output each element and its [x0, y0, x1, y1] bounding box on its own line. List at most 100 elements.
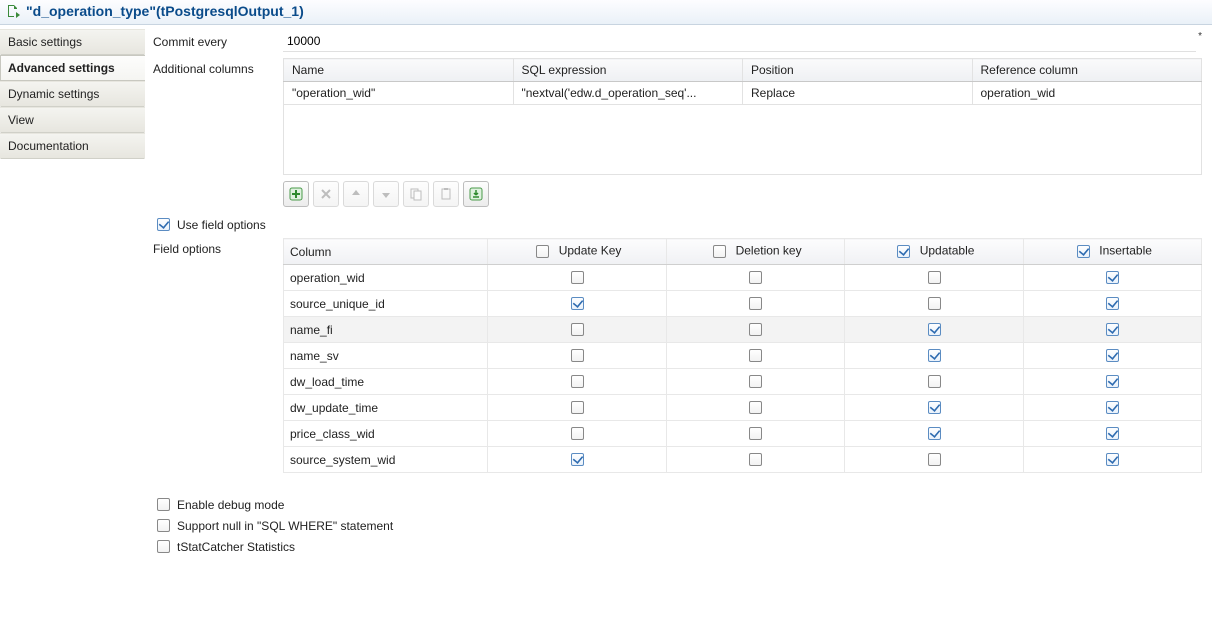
field-checkbox-del[interactable] [749, 427, 762, 440]
field-cell-ins[interactable] [1023, 343, 1202, 369]
field-checkbox-ins[interactable] [1106, 375, 1119, 388]
field-checkbox-ins[interactable] [1106, 453, 1119, 466]
support-null-checkbox[interactable] [157, 519, 170, 532]
field-cell-ins[interactable] [1023, 369, 1202, 395]
field-checkbox-ins[interactable] [1106, 401, 1119, 414]
addcols-cell-ref[interactable]: operation_wid [972, 82, 1202, 105]
addcols-header-name[interactable]: Name [284, 59, 514, 82]
move-down-button[interactable] [373, 181, 399, 207]
addcols-cell-name[interactable]: "operation_wid" [284, 82, 514, 105]
field-cell-updatable[interactable] [845, 317, 1024, 343]
commit-every-input[interactable] [283, 31, 1196, 52]
field-header-column[interactable]: Column [284, 239, 488, 265]
field-checkbox-del[interactable] [749, 453, 762, 466]
addcols-cell-pos[interactable]: Replace [743, 82, 973, 105]
field-checkbox-updatable[interactable] [928, 427, 941, 440]
field-checkbox-ins[interactable] [1106, 323, 1119, 336]
field-header-updatable-checkbox[interactable] [897, 245, 910, 258]
field-checkbox-del[interactable] [749, 297, 762, 310]
field-cell-column[interactable]: source_unique_id [284, 291, 488, 317]
field-checkbox-upd[interactable] [571, 323, 584, 336]
field-cell-del[interactable] [666, 447, 845, 473]
field-row[interactable]: source_system_wid [284, 447, 1202, 473]
field-header-deletionkey[interactable]: Deletion key [666, 239, 845, 265]
field-checkbox-updatable[interactable] [928, 349, 941, 362]
field-cell-del[interactable] [666, 317, 845, 343]
settings-tab-basic-settings[interactable]: Basic settings [0, 29, 145, 55]
field-cell-column[interactable]: price_class_wid [284, 421, 488, 447]
field-cell-ins[interactable] [1023, 317, 1202, 343]
field-cell-ins[interactable] [1023, 421, 1202, 447]
addcols-empty-space[interactable] [284, 105, 1202, 175]
field-checkbox-updatable[interactable] [928, 297, 941, 310]
copy-button[interactable] [403, 181, 429, 207]
field-checkbox-upd[interactable] [571, 427, 584, 440]
field-checkbox-upd[interactable] [571, 297, 584, 310]
field-cell-ins[interactable] [1023, 395, 1202, 421]
addcols-row[interactable]: "operation_wid""nextval('edw.d_operation… [284, 82, 1202, 105]
field-cell-del[interactable] [666, 421, 845, 447]
field-row[interactable]: operation_wid [284, 265, 1202, 291]
settings-tab-documentation[interactable]: Documentation [0, 133, 145, 159]
enable-debug-checkbox[interactable] [157, 498, 170, 511]
field-cell-column[interactable]: dw_update_time [284, 395, 488, 421]
field-checkbox-del[interactable] [749, 271, 762, 284]
field-cell-updatable[interactable] [845, 291, 1024, 317]
field-cell-updatable[interactable] [845, 265, 1024, 291]
field-row[interactable]: name_sv [284, 343, 1202, 369]
field-row[interactable]: dw_load_time [284, 369, 1202, 395]
field-row[interactable]: name_fi [284, 317, 1202, 343]
field-cell-upd[interactable] [488, 265, 667, 291]
field-checkbox-ins[interactable] [1106, 297, 1119, 310]
field-checkbox-updatable[interactable] [928, 453, 941, 466]
field-cell-del[interactable] [666, 291, 845, 317]
addcols-header-ref[interactable]: Reference column [972, 59, 1202, 82]
field-checkbox-updatable[interactable] [928, 401, 941, 414]
field-cell-column[interactable]: dw_load_time [284, 369, 488, 395]
add-row-button[interactable] [283, 181, 309, 207]
field-cell-column[interactable]: name_sv [284, 343, 488, 369]
field-cell-upd[interactable] [488, 369, 667, 395]
field-row[interactable]: price_class_wid [284, 421, 1202, 447]
field-cell-ins[interactable] [1023, 447, 1202, 473]
addcols-header-pos[interactable]: Position [743, 59, 973, 82]
field-cell-upd[interactable] [488, 291, 667, 317]
field-checkbox-upd[interactable] [571, 375, 584, 388]
addcols-header-sql[interactable]: SQL expression [513, 59, 743, 82]
settings-tab-dynamic-settings[interactable]: Dynamic settings [0, 81, 145, 107]
field-cell-ins[interactable] [1023, 265, 1202, 291]
field-cell-updatable[interactable] [845, 447, 1024, 473]
field-cell-upd[interactable] [488, 317, 667, 343]
settings-tab-view[interactable]: View [0, 107, 145, 133]
field-checkbox-ins[interactable] [1106, 427, 1119, 440]
field-header-updatekey[interactable]: Update Key [488, 239, 667, 265]
field-checkbox-del[interactable] [749, 323, 762, 336]
field-cell-updatable[interactable] [845, 421, 1024, 447]
field-cell-upd[interactable] [488, 421, 667, 447]
field-checkbox-ins[interactable] [1106, 271, 1119, 284]
field-cell-column[interactable]: name_fi [284, 317, 488, 343]
field-row[interactable]: dw_update_time [284, 395, 1202, 421]
field-header-updatable[interactable]: Updatable [845, 239, 1024, 265]
field-cell-del[interactable] [666, 265, 845, 291]
additional-columns-table[interactable]: Name SQL expression Position Reference c… [283, 58, 1202, 175]
field-header-insertable[interactable]: Insertable [1023, 239, 1202, 265]
field-checkbox-updatable[interactable] [928, 375, 941, 388]
move-up-button[interactable] [343, 181, 369, 207]
settings-tab-advanced-settings[interactable]: Advanced settings [0, 55, 145, 81]
tstatcatcher-checkbox[interactable] [157, 540, 170, 553]
field-cell-del[interactable] [666, 343, 845, 369]
field-header-insertable-checkbox[interactable] [1077, 245, 1090, 258]
addcols-cell-sql[interactable]: "nextval('edw.d_operation_seq'... [513, 82, 743, 105]
field-options-table[interactable]: Column Update Key Deletion key Updatable [283, 238, 1202, 473]
field-checkbox-upd[interactable] [571, 271, 584, 284]
field-cell-updatable[interactable] [845, 343, 1024, 369]
field-checkbox-updatable[interactable] [928, 271, 941, 284]
field-checkbox-del[interactable] [749, 349, 762, 362]
field-checkbox-upd[interactable] [571, 401, 584, 414]
field-checkbox-updatable[interactable] [928, 323, 941, 336]
field-row[interactable]: source_unique_id [284, 291, 1202, 317]
field-cell-upd[interactable] [488, 395, 667, 421]
field-cell-upd[interactable] [488, 343, 667, 369]
field-checkbox-upd[interactable] [571, 453, 584, 466]
